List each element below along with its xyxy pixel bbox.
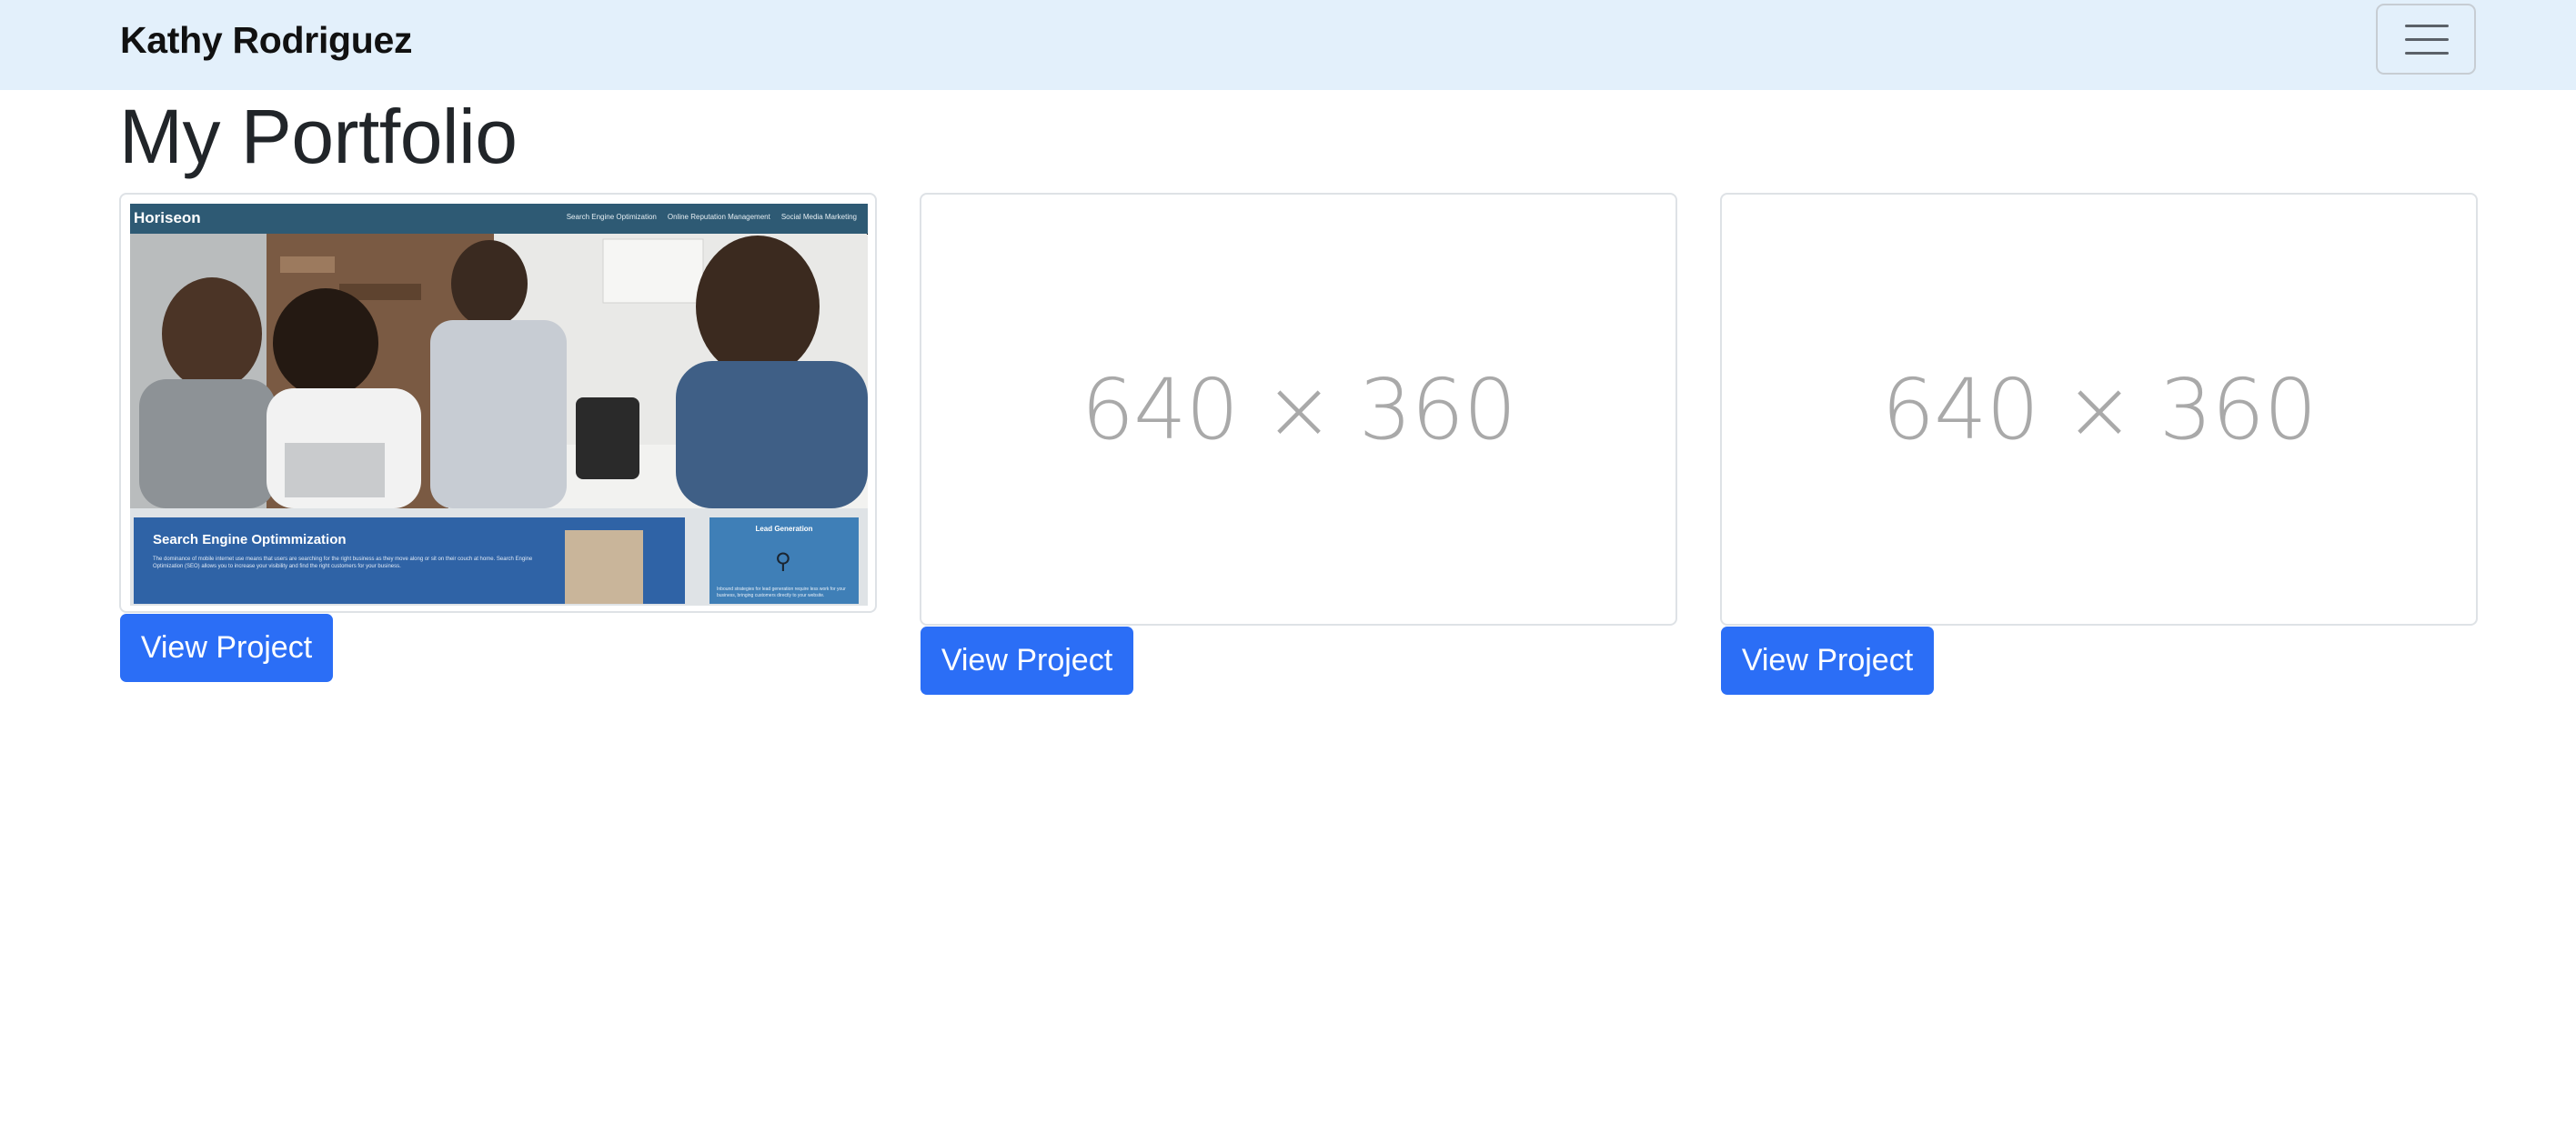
thumbnail-seo-text: The dominance of mobile internet use mea… [153,557,533,569]
thumbnail-lead-text: Inbound strategies for lead generation r… [717,587,846,598]
view-project-button-3[interactable]: View Project [1721,627,1934,695]
thumbnail-nav-link: Search Engine Optimization [566,213,657,221]
lightbulb-icon: ⚲ [775,549,791,574]
project-card-2: 640 × 360 [920,193,1677,626]
thumbnail-site-logo: Horiseon [134,209,201,226]
brand-name[interactable]: Kathy Rodriguez [120,16,413,64]
project-thumbnail-screenshot: Horiseon Search Engine Optimization Onli… [130,204,868,606]
page-title: My Portfolio [119,94,518,179]
project-thumbnail-placeholder: 640 × 360 [1081,360,1517,458]
navbar: Kathy Rodriguez [0,0,2576,90]
view-project-button-1[interactable]: View Project [120,614,333,682]
project-card-1: Horiseon Search Engine Optimization Onli… [119,193,877,613]
thumbnail-seo-section: Search Engine Optimmization The dominanc… [134,517,685,604]
thumbnail-nav-link: Social Media Marketing [780,213,857,221]
thumbnail-site-header: Horiseon Search Engine Optimization Onli… [130,204,868,234]
thumbnail-nav-link: Online Reputation Management [667,213,770,221]
thumbnail-hero-photo [130,234,868,508]
thumbnail-site-nav: Search Engine Optimization Online Reputa… [567,213,857,221]
project-card-3: 640 × 360 [1720,193,2478,626]
thumbnail-lead-title: Lead Generation [755,525,813,533]
project-thumbnail-placeholder: 640 × 360 [1881,360,2318,458]
view-project-button-2[interactable]: View Project [921,627,1133,695]
thumbnail-seo-image [565,530,643,604]
thumbnail-lead-section: Lead Generation ⚲ Inbound strategies for… [709,517,859,604]
thumbnail-seo-title: Search Engine Optimmization [153,532,347,547]
hamburger-menu-button[interactable] [2376,4,2476,75]
